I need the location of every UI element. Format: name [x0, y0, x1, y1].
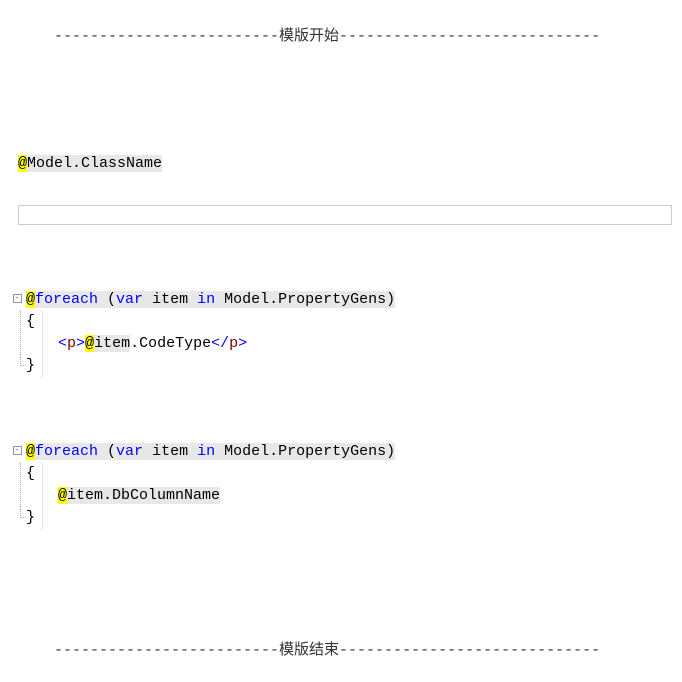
minus-fold-icon[interactable]: - — [13, 446, 22, 455]
inner-at: @ — [58, 487, 67, 504]
item-dbcolumn-line[interactable]: @item.DbColumnName — [26, 485, 682, 507]
rest-expr: Model.PropertyGens) — [215, 291, 395, 308]
footer-text: -------------------------模版结束-----------… — [54, 642, 600, 659]
brace-close-line[interactable]: } — [26, 507, 682, 529]
template-footer-divider: -------------------------模版结束-----------… — [36, 618, 600, 662]
foreach-section-1: -@foreach (var item in Model.PropertyGen… — [8, 289, 682, 377]
brace-open-line[interactable]: { — [26, 311, 682, 333]
code-line-model[interactable]: @Model.ClassName — [18, 153, 682, 175]
tag-p: p — [67, 335, 76, 352]
brace-close: } — [26, 357, 35, 374]
keyword-foreach: foreach — [35, 291, 98, 308]
inner-at: @ — [85, 335, 94, 352]
tag-gt: > — [76, 335, 85, 352]
paren-open: ( — [98, 291, 116, 308]
fold-gutter[interactable]: - — [8, 289, 26, 311]
brace-open-line[interactable]: { — [26, 463, 682, 485]
tag-open-bracket: < — [58, 335, 67, 352]
item-text: item — [143, 443, 197, 460]
razor-at: @ — [26, 443, 35, 460]
header-text: -------------------------模版开始-----------… — [54, 28, 600, 45]
keyword-var: var — [116, 291, 143, 308]
keyword-var: var — [116, 443, 143, 460]
p-tag-line[interactable]: <p>@item.CodeType</p> — [26, 333, 682, 355]
brace-close-line[interactable]: } — [26, 355, 682, 377]
inner-item: item — [67, 487, 103, 504]
foreach-section-2: -@foreach (var item in Model.PropertyGen… — [8, 441, 682, 529]
fold-guide-line — [20, 311, 21, 355]
inner-dbcolumn: .DbColumnName — [103, 487, 220, 504]
item-text: item — [143, 291, 197, 308]
inner-codetype: .CodeType — [130, 335, 211, 352]
tag-final-gt: > — [238, 335, 247, 352]
foreach-line-1[interactable]: -@foreach (var item in Model.PropertyGen… — [8, 289, 682, 311]
keyword-foreach: foreach — [35, 443, 98, 460]
fold-gutter[interactable]: - — [8, 441, 26, 463]
horizontal-rule-box[interactable] — [18, 205, 672, 225]
brace-close: } — [26, 509, 35, 526]
tag-close-p: p — [229, 335, 238, 352]
razor-at: @ — [26, 291, 35, 308]
rest-expr: Model.PropertyGens) — [215, 443, 395, 460]
model-expression: Model.ClassName — [27, 155, 162, 172]
model-classname-section: @Model.ClassName — [18, 153, 682, 175]
inner-item: item — [94, 335, 130, 352]
razor-at: @ — [18, 155, 27, 172]
keyword-in: in — [197, 291, 215, 308]
foreach-line-2[interactable]: -@foreach (var item in Model.PropertyGen… — [8, 441, 682, 463]
minus-fold-icon[interactable]: - — [13, 294, 22, 303]
brace-open: { — [26, 313, 35, 330]
brace-open: { — [26, 465, 35, 482]
fold-guide-line — [20, 463, 21, 507]
paren-open: ( — [98, 443, 116, 460]
tag-close-open: </ — [211, 335, 229, 352]
template-header-divider: -------------------------模版开始-----------… — [36, 4, 682, 48]
keyword-in: in — [197, 443, 215, 460]
